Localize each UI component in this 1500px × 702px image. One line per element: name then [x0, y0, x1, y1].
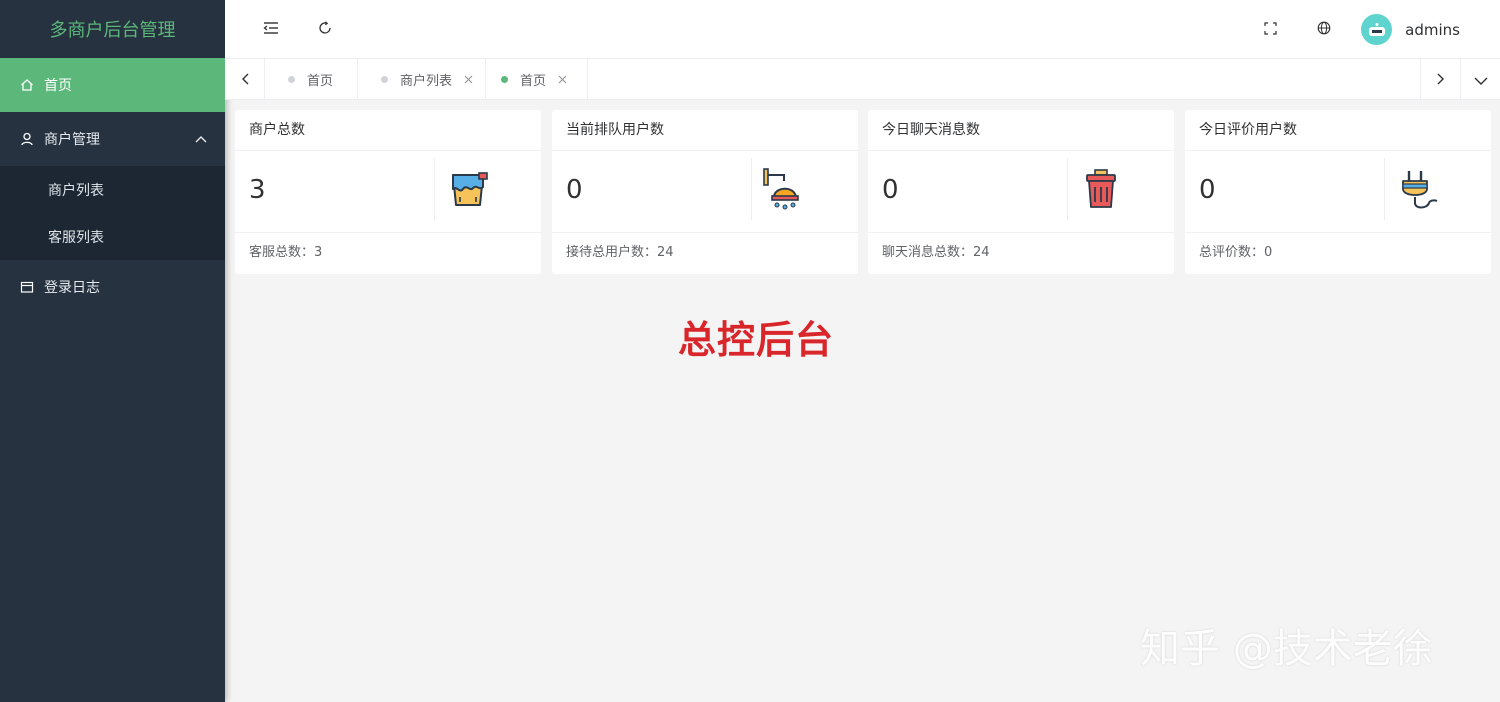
sidebar-item-label: 商户管理 — [44, 132, 100, 148]
language-button[interactable] — [1314, 19, 1334, 39]
sidebar-item-login-log[interactable]: 登录日志 — [0, 260, 225, 314]
refresh-button[interactable] — [315, 19, 335, 39]
stat-card-rating-users: 今日评价用户数 0 总评价数：0 — [1185, 110, 1491, 274]
tab-merchant-list[interactable]: 商户列表 — [358, 59, 486, 99]
close-icon[interactable] — [558, 75, 567, 84]
tab-label: 首页 — [520, 73, 547, 89]
top-header: admins — [225, 0, 1500, 58]
card-value: 3 — [249, 175, 266, 205]
sidebar: 多商户后台管理 首页 商户管理 商户列表 客服列表 登录日志 — [0, 0, 225, 702]
user-icon — [20, 132, 34, 146]
chevron-left-icon — [241, 70, 249, 89]
sidebar-item-service-list[interactable]: 客服列表 — [0, 213, 225, 260]
chevron-down-icon — [1474, 70, 1488, 89]
card-footer: 总评价数：0 — [1199, 245, 1273, 260]
page-headline: 总控后台 — [678, 318, 835, 362]
refresh-icon — [318, 20, 332, 39]
tab-home-active[interactable]: 首页 — [486, 59, 588, 99]
card-title: 今日评价用户数 — [1185, 110, 1491, 151]
tab-dot — [288, 75, 295, 83]
stat-card-merchants: 商户总数 3 客服总数：3 — [235, 110, 541, 274]
card-footer: 接待总用户数：24 — [566, 245, 674, 260]
card-value: 0 — [1199, 175, 1216, 205]
plug-icon — [1395, 167, 1441, 213]
tab-bar: 首页 商户列表 首页 — [225, 58, 1500, 100]
fullscreen-icon — [1263, 20, 1277, 39]
app-title: 多商户后台管理 — [49, 20, 176, 41]
tab-scroll-right-button[interactable] — [1420, 59, 1460, 99]
card-value: 0 — [566, 175, 583, 205]
card-value: 0 — [882, 175, 899, 205]
sidebar-item-merchant-management[interactable]: 商户管理 — [0, 112, 225, 166]
sidebar-item-label: 登录日志 — [44, 280, 100, 296]
shower-icon — [762, 167, 808, 213]
sidebar-item-merchant-list[interactable]: 商户列表 — [0, 166, 225, 213]
chevron-up-icon — [195, 131, 207, 147]
trash-can-icon — [1078, 167, 1124, 213]
close-icon[interactable] — [464, 75, 473, 84]
tab-dot — [381, 75, 388, 83]
calendar-icon — [20, 280, 34, 294]
sidebar-item-home[interactable]: 首页 — [0, 58, 225, 112]
menu-fold-icon — [263, 20, 279, 39]
submenu-merchant: 商户列表 客服列表 — [0, 166, 225, 260]
user-menu[interactable]: admins — [1361, 14, 1460, 45]
paint-bucket-icon — [445, 167, 491, 213]
card-footer: 聊天消息总数：24 — [882, 245, 990, 260]
tab-home[interactable]: 首页 — [265, 59, 358, 99]
chevron-right-icon — [1437, 70, 1445, 89]
card-title: 今日聊天消息数 — [868, 110, 1174, 151]
home-icon — [20, 78, 34, 92]
sidebar-item-label: 首页 — [44, 78, 72, 94]
tab-options-button[interactable] — [1460, 59, 1500, 99]
stat-card-chat-messages: 今日聊天消息数 0 聊天消息总数：24 — [868, 110, 1174, 274]
tab-label: 商户列表 — [400, 73, 453, 89]
collapse-menu-button[interactable] — [261, 19, 281, 39]
tab-scroll-left-button[interactable] — [225, 59, 265, 99]
card-title: 商户总数 — [235, 110, 541, 151]
globe-icon — [1317, 20, 1331, 39]
username: admins — [1405, 20, 1460, 39]
tab-label: 首页 — [307, 73, 334, 89]
avatar — [1361, 14, 1393, 45]
tab-dot — [501, 75, 508, 83]
card-footer: 客服总数：3 — [249, 245, 323, 260]
card-title: 当前排队用户数 — [552, 110, 858, 151]
fullscreen-button[interactable] — [1260, 19, 1280, 39]
watermark: 知乎 @技术老徐 — [1140, 626, 1433, 672]
stat-card-queue-users: 当前排队用户数 0 接待总用户数：24 — [552, 110, 858, 274]
